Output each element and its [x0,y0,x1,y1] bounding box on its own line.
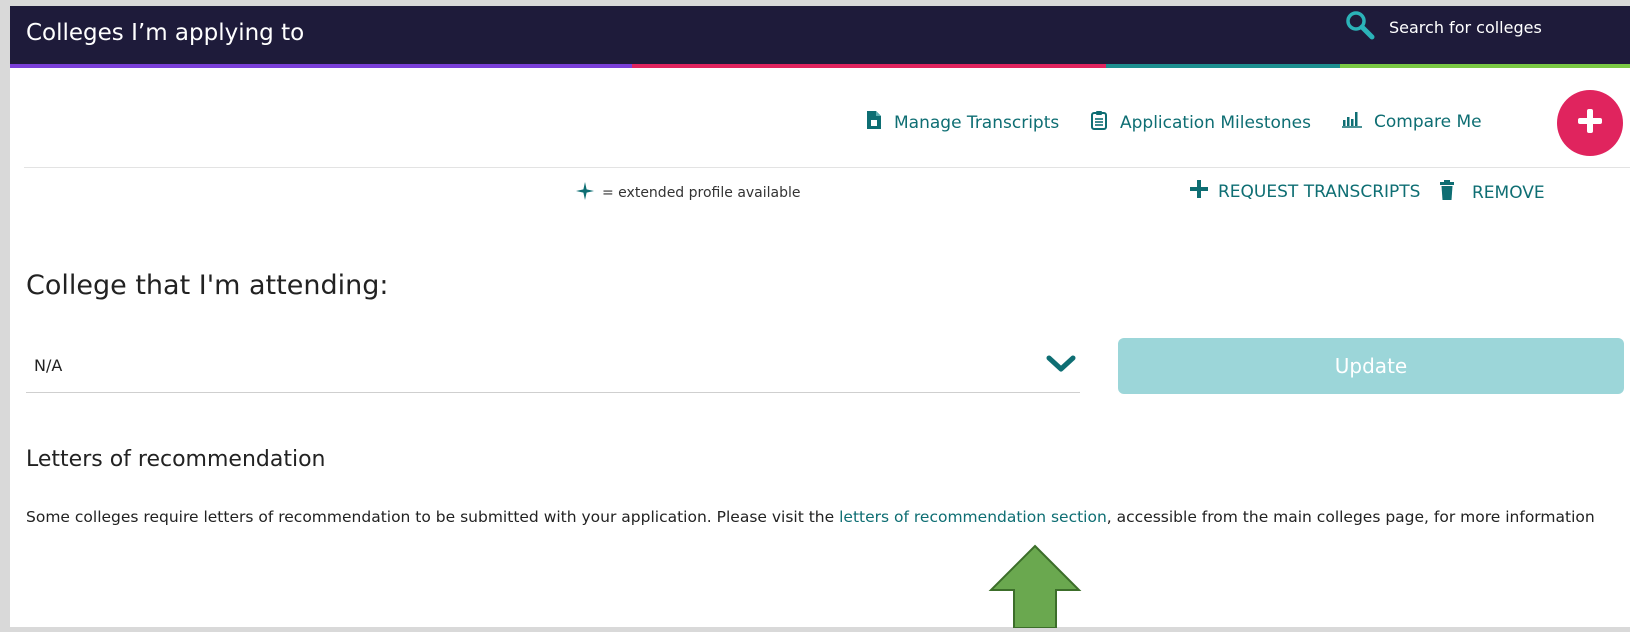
letters-text-after: , accessible from the main colleges page… [1106,508,1595,526]
attending-heading: College that I'm attending: [26,270,389,301]
action-toolbar: Manage Transcripts Application Milestone… [10,82,1630,162]
letters-text-before: Some colleges require letters of recomme… [26,508,840,526]
select-value[interactable]: N/A [34,356,62,375]
compare-me-link[interactable]: Compare Me [1342,110,1482,133]
clipboard-icon [1090,110,1108,135]
chevron-down-icon[interactable] [1046,354,1076,378]
letters-heading: Letters of recommendation [26,447,326,472]
search-label[interactable]: Search for colleges [1389,18,1542,37]
document-icon [866,110,882,135]
trash-icon [1440,180,1454,205]
letters-of-recommendation-link[interactable]: letters of recommendation section [839,508,1107,526]
bar-chart-icon [1342,110,1362,133]
search-colleges[interactable]: Search for colleges [1345,10,1542,44]
application-milestones-label[interactable]: Application Milestones [1120,113,1311,133]
application-milestones-link[interactable]: Application Milestones [1090,110,1311,135]
manage-transcripts-label[interactable]: Manage Transcripts [894,113,1059,133]
page-title: Colleges I’m applying to [26,20,305,46]
stripe-purple [10,64,632,68]
compare-me-label[interactable]: Compare Me [1374,112,1482,132]
stripe-teal [1106,64,1340,68]
search-icon[interactable] [1345,10,1375,44]
college-attending-select[interactable]: N/A [26,338,1080,393]
stripe-pink [632,64,1106,68]
update-button[interactable]: Update [1118,338,1624,394]
page: Colleges I’m applying to Search for coll… [10,6,1630,629]
header-bar: Colleges I’m applying to Search for coll… [10,6,1630,64]
letters-description: Some colleges require letters of recomme… [26,502,1606,533]
stripe-green [1340,64,1630,68]
add-college-button[interactable] [1557,90,1623,156]
request-transcripts-label[interactable]: REQUEST TRANSCRIPTS [1218,182,1420,202]
sparkle-icon [576,182,594,204]
legend-text: = extended profile available [602,185,801,201]
divider [24,167,1630,168]
annotation-arrow [988,544,1082,632]
manage-transcripts-link[interactable]: Manage Transcripts [866,110,1059,135]
plus-icon [1190,180,1208,203]
remove-button[interactable]: REMOVE [1440,180,1545,205]
remove-label[interactable]: REMOVE [1472,183,1545,203]
legend: = extended profile available [576,182,801,204]
plus-icon[interactable] [1576,107,1604,139]
request-transcripts-button[interactable]: REQUEST TRANSCRIPTS [1190,180,1420,203]
